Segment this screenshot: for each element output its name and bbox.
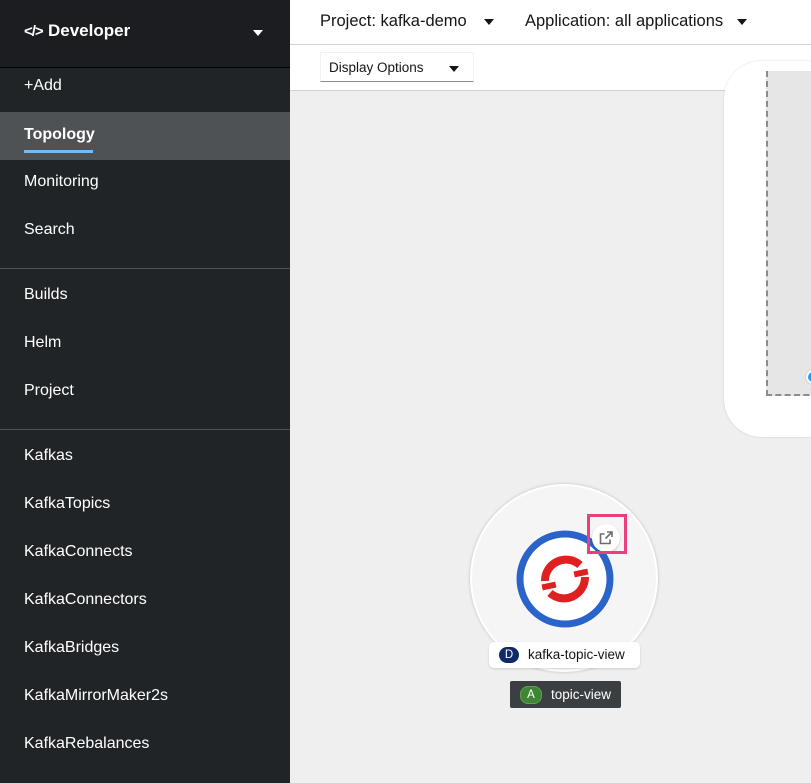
highlight-box (587, 514, 627, 554)
nav-item-label: Topology (24, 126, 95, 143)
nav-item-label: KafkaTopics (24, 495, 111, 512)
nav-item-label: +Add (24, 77, 62, 94)
deployment-badge: D (499, 647, 519, 663)
nav-item-monitoring[interactable]: Monitoring (0, 159, 290, 207)
nav-item-label: KafkaConnectors (24, 591, 147, 608)
nav-item-label: Helm (24, 334, 62, 351)
nav-item-label: KafkaMirrorMaker2s (24, 687, 169, 704)
caret-down-icon[interactable] (737, 19, 747, 25)
active-indicator (24, 150, 93, 153)
caret-down-icon (253, 30, 263, 36)
nav-item-project[interactable]: Project (0, 368, 290, 416)
nav-item-label: KafkaConnects (24, 543, 133, 560)
nav-item-kafkabridges[interactable]: KafkaBridges (0, 625, 290, 673)
nav-item-kafkarebalances[interactable]: KafkaRebalances (0, 721, 290, 769)
nav-divider (0, 268, 290, 269)
group-inner-area (766, 71, 811, 396)
nav-item-label: Kafkas (24, 447, 73, 464)
caret-down-icon (449, 66, 459, 72)
code-icon: </> (24, 23, 44, 40)
caret-down-icon[interactable] (484, 19, 494, 25)
application-name: topic-view (551, 687, 612, 702)
sidebar: </> Developer +Add Topology Monitoring S… (0, 0, 290, 783)
nav-item-kafkaconnects[interactable]: KafkaConnects (0, 529, 290, 577)
nav-item-label: KafkaBridges (24, 639, 120, 656)
nav-item-topology[interactable]: Topology (0, 112, 290, 160)
nav-item-helm[interactable]: Helm (0, 320, 290, 368)
nav-item-label: Search (24, 221, 75, 238)
nav-item-builds[interactable]: Builds (0, 272, 290, 320)
application-label[interactable]: A topic-view (510, 681, 621, 708)
nav-item-add[interactable]: +Add (0, 63, 290, 111)
nav-item-label: Builds (24, 286, 68, 303)
nav-item-label: Project (24, 382, 74, 399)
context-bar: Project: kafka-demo Application: all app… (290, 0, 811, 45)
application-dropdown[interactable]: Application: all applications (525, 12, 723, 31)
nav-item-kafkatopics[interactable]: KafkaTopics (0, 481, 290, 529)
application-badge: A (520, 686, 542, 704)
project-dropdown[interactable]: Project: kafka-demo (320, 12, 467, 31)
display-options-dropdown[interactable]: Display Options (320, 52, 474, 82)
perspective-switcher[interactable]: </> Developer (0, 0, 290, 68)
deployment-label[interactable]: D kafka-topic-view (489, 642, 640, 668)
nav-item-kafkaconnectors[interactable]: KafkaConnectors (0, 577, 290, 625)
nav-item-label: KafkaRebalances (24, 735, 150, 752)
display-options-label: Display Options (329, 60, 424, 75)
nav-item-label: Monitoring (24, 173, 99, 190)
nav-divider (0, 429, 290, 430)
topology-canvas[interactable]: D kafka-topic-view A topic-view (290, 61, 811, 783)
nav-item-search[interactable]: Search (0, 207, 290, 255)
perspective-title: Developer (48, 21, 131, 40)
nav-item-kafkamirrormaker2s[interactable]: KafkaMirrorMaker2s (0, 673, 290, 721)
nav-item-kafkas[interactable]: Kafkas (0, 433, 290, 481)
deployment-name: kafka-topic-view (528, 647, 625, 662)
